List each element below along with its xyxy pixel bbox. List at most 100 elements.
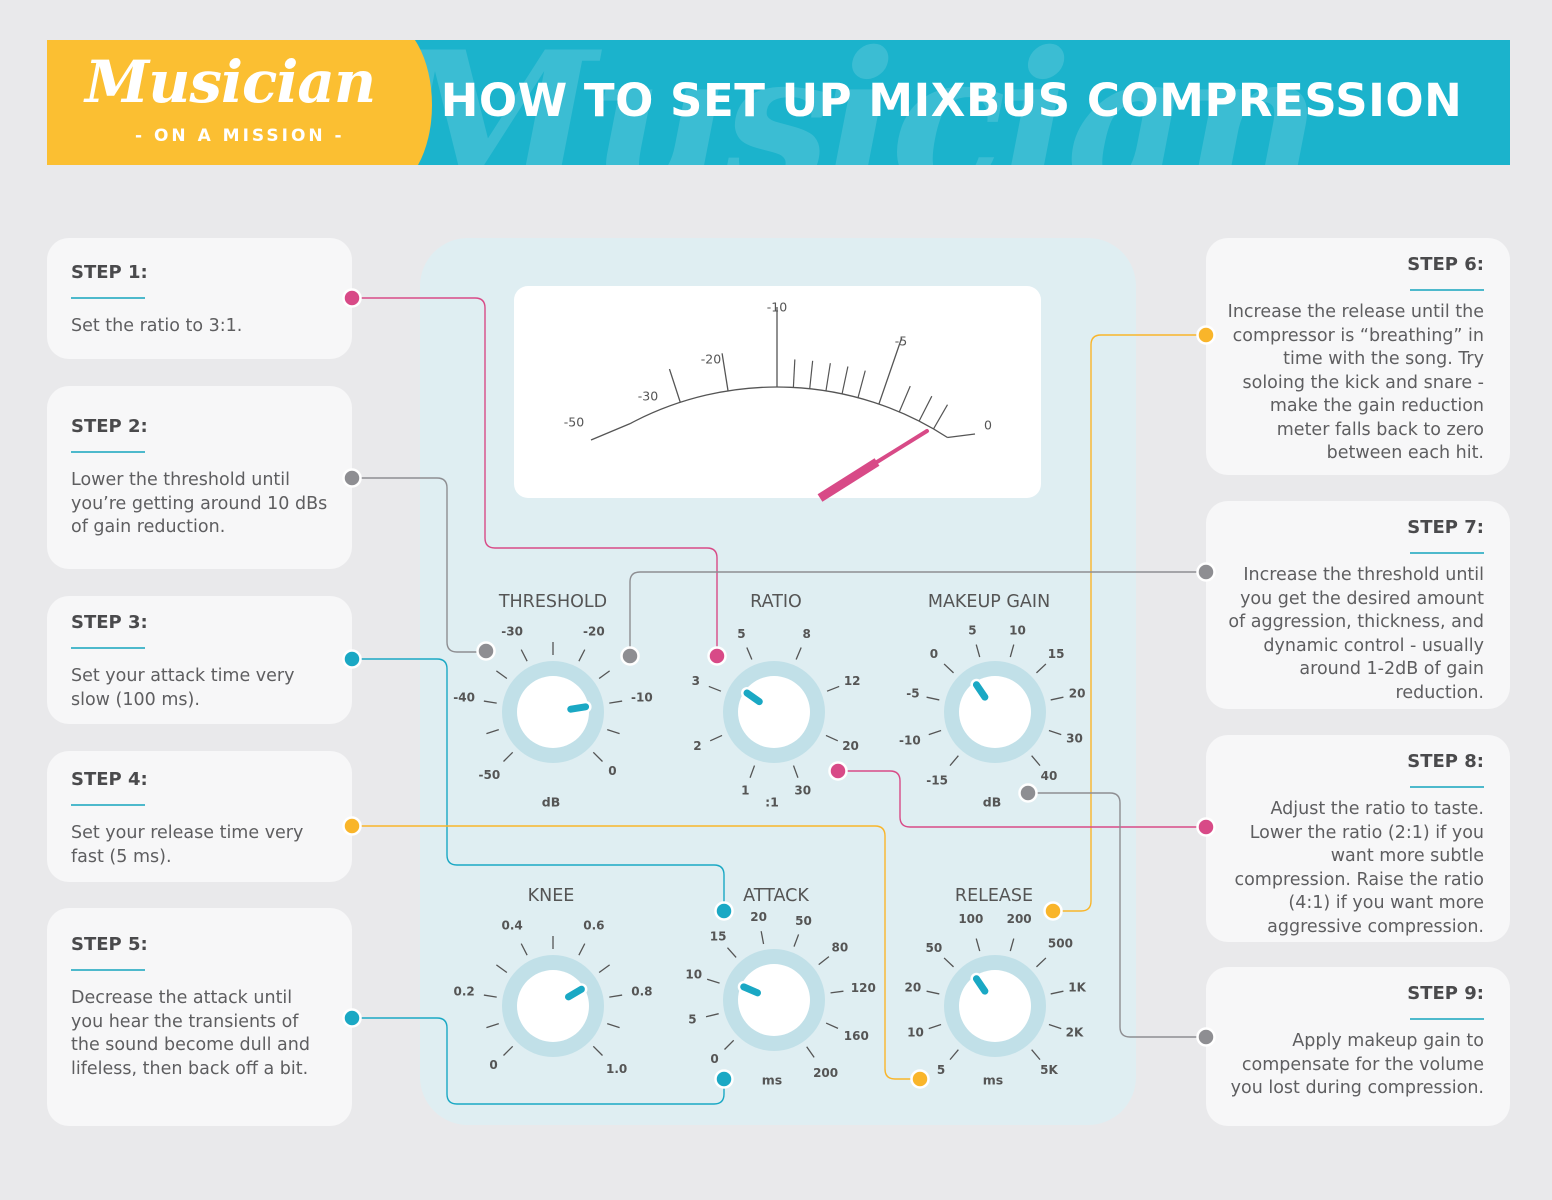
knob-tick: [724, 1039, 735, 1050]
attack-input-dot[interactable]: [714, 1069, 734, 1089]
knob-cap[interactable]: [517, 970, 589, 1042]
step2-connector-dot[interactable]: [342, 468, 362, 488]
knob-title: RELEASE: [955, 886, 1033, 906]
knob-tick: [578, 649, 586, 662]
knob-tick: [578, 943, 586, 956]
knob-tick: [1009, 938, 1015, 952]
logo-tagline: - ON A MISSION -: [135, 126, 345, 146]
step5-connector-dot[interactable]: [342, 1008, 362, 1028]
knob-tick: [708, 685, 722, 692]
release-input-dot[interactable]: [910, 1069, 930, 1089]
makeup-gain-input-dot[interactable]: [1018, 783, 1038, 803]
knob-tick: [726, 947, 737, 958]
meter-scale: -30 -20 -10 -5 -50 0: [564, 300, 992, 502]
threshold-input-dot[interactable]: [476, 641, 496, 661]
knob-tick: [706, 978, 720, 984]
knob-tick-label: 1K: [1068, 981, 1086, 995]
knob-tick-label: 10: [685, 968, 702, 982]
knob-tick: [709, 734, 723, 742]
knob-tick: [749, 765, 756, 779]
knob-tick-label: 20: [750, 910, 767, 924]
knob-tick-label: 5K: [1040, 1063, 1058, 1077]
knob-tick-label: 30: [794, 783, 811, 797]
step3-connector-dot[interactable]: [342, 649, 362, 669]
knob-tick-label: 3: [692, 674, 700, 688]
connector-step6-release: [1053, 334, 1206, 912]
meter-major-tick: [668, 368, 681, 403]
knob-tick-label: -40: [453, 690, 475, 704]
knob-tick: [520, 649, 528, 662]
knob-tick-label: 1: [741, 783, 749, 797]
knob-cap[interactable]: [517, 676, 589, 748]
knob-tick: [609, 994, 623, 998]
knob-makeup-gain: MAKEUP GAIN dB -15 -10 -5 0 5 10 15 20 30 40: [899, 592, 1085, 810]
knob-cap[interactable]: [738, 676, 810, 748]
knob-tick: [486, 1022, 499, 1029]
meter-end-tick: [590, 423, 631, 441]
knob-tick-label: 0: [930, 647, 938, 661]
knob-tick: [806, 1046, 815, 1058]
ratio-input-dot[interactable]: [707, 646, 727, 666]
knob-tick-label: 500: [1048, 937, 1073, 951]
step6-connector-dot[interactable]: [1196, 325, 1216, 345]
knob-cap[interactable]: [959, 676, 1031, 748]
knob-tick: [483, 700, 497, 704]
knob-tick-label: 20: [842, 739, 859, 753]
knob-tick: [607, 728, 620, 735]
knob-tick-label: 0.8: [631, 984, 652, 998]
meter-minor-tick: [841, 366, 849, 394]
knob-tick: [592, 1045, 603, 1056]
knob-tick: [503, 1045, 514, 1056]
knob-tick: [928, 1023, 942, 1030]
knob-tick-label: 30: [1066, 732, 1083, 746]
knob-tick: [926, 696, 940, 701]
knob-tick: [495, 964, 508, 974]
knob-tick-label: 1.0: [606, 1062, 627, 1076]
compressor-diagram: -30-20-10-5-50 0THRESHOLDdB-50-40-30 -20-1…: [342, 288, 1216, 1105]
knob-tick-label: 160: [844, 1029, 869, 1043]
knob-tick-label: 15: [1048, 647, 1065, 661]
meter-minor-tick: [825, 363, 831, 391]
knob-tick-label: -10: [631, 690, 653, 704]
knob-tick: [598, 964, 611, 974]
knob-tick: [592, 751, 603, 762]
knob-tick-label: 2K: [1066, 1026, 1084, 1040]
knob-tick-label: 0.2: [453, 984, 474, 998]
knob-tick-label: 5: [737, 627, 745, 641]
knob-tick: [825, 734, 839, 742]
knob-tick: [975, 644, 981, 658]
knob-title: ATTACK: [743, 886, 809, 906]
release-input-dot[interactable]: [1043, 901, 1063, 921]
knob-tick: [795, 647, 802, 660]
knob-tick: [607, 1022, 620, 1029]
ratio-input-dot[interactable]: [828, 761, 848, 781]
step9-connector-dot[interactable]: [1196, 1027, 1216, 1047]
knob-tick-label: 120: [851, 981, 876, 995]
knob-cap[interactable]: [738, 964, 810, 1036]
knob-title: KNEE: [528, 886, 575, 906]
knob-tick-label: 10: [907, 1026, 924, 1040]
knob-cap[interactable]: [959, 970, 1031, 1042]
step1-connector-dot[interactable]: [342, 288, 362, 308]
knob-tick: [609, 700, 623, 704]
threshold-input-dot[interactable]: [620, 646, 640, 666]
attack-input-dot[interactable]: [714, 901, 734, 921]
knob-tick: [705, 1013, 719, 1018]
knob-tick: [486, 728, 499, 735]
knob-tick-label: -5: [906, 687, 919, 701]
knob-tick-label: -20: [583, 624, 605, 638]
knob-tick-label: 200: [813, 1066, 838, 1080]
step7-connector-dot[interactable]: [1196, 562, 1216, 582]
knob-attack: ATTACK ms 0 5 10 15 20 50 80 120 160 200: [685, 886, 875, 1088]
knob-tick-label: 40: [1041, 769, 1058, 783]
meter-minor-tick: [932, 404, 949, 430]
knob-tick-label: 80: [832, 940, 849, 954]
step8-connector-dot[interactable]: [1196, 817, 1216, 837]
knob-tick-label: 0: [710, 1052, 718, 1066]
knob-tick: [975, 938, 981, 952]
step4-connector-dot[interactable]: [342, 816, 362, 836]
meter-scale-label: -5: [895, 334, 907, 349]
knob-tick: [760, 931, 765, 945]
meter-scale-label: -30: [638, 389, 658, 404]
knob-unit-label: dB: [542, 795, 560, 810]
